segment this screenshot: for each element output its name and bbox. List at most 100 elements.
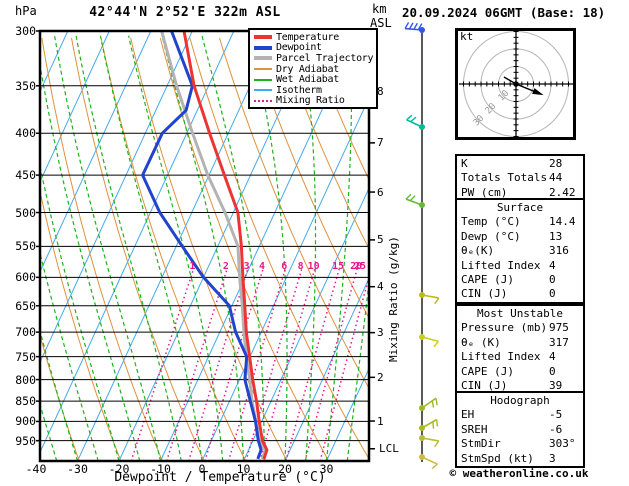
temp-tick-label: 20 — [278, 462, 292, 476]
table-row-label: CIN (J) — [461, 378, 508, 392]
legend-swatch — [254, 89, 272, 92]
km-tick-label: 1 — [377, 414, 384, 428]
mixing-ratio-label: 4 — [258, 260, 266, 272]
lcl-label: LCL — [379, 442, 399, 455]
table-row-value: 975 — [549, 321, 569, 335]
mixing-ratio-label: 6 — [281, 260, 288, 272]
table-row-label: PW (cm) — [461, 185, 508, 199]
table-row-value: 317 — [549, 335, 569, 349]
wind-barb-part — [421, 418, 438, 429]
legend-item-label: Dry Adiabat — [276, 63, 339, 75]
table-row-label: CIN (J) — [461, 287, 508, 301]
legend-item: Parcel Trajectory — [252, 53, 376, 64]
table-row-label: CAPE (J) — [461, 272, 514, 286]
table-row: SREH -6 — [461, 423, 583, 437]
legend-item-label: Parcel Trajectory — [276, 52, 374, 64]
hodograph-unit-label: kt — [460, 30, 474, 43]
table-row-label: Totals Totals — [461, 171, 548, 185]
legend-item-label: Isotherm — [276, 84, 322, 96]
table-row: Lifted Index 4 — [461, 259, 583, 273]
legend-item: Mixing Ratio — [252, 95, 376, 106]
table-row-value: 13 — [549, 229, 563, 243]
altitude-unit-label: km — [372, 2, 387, 16]
table-row-label: θₑ(K) — [461, 244, 495, 258]
surface-table: Surface Temp (°C) 14.4 Dewp (°C) 13 θₑ(K) 316 L… — [455, 198, 585, 304]
temp-tick-label: -10 — [150, 462, 171, 476]
table-title: Hodograph — [490, 394, 550, 407]
table-row: StmDir 303° — [461, 437, 583, 451]
pressure-tick-label: 700 — [15, 325, 36, 340]
mixing-ratio-label: 25 — [353, 260, 367, 272]
wind-barb-part — [431, 463, 438, 470]
most-unstable-table: Most Unstable Pressure (mb) 975 θₑ (K) 317 Li… — [455, 304, 585, 396]
wet-adiabat-line — [54, 35, 162, 461]
pressure-tick-label: 750 — [15, 349, 36, 364]
pressure-tick-label: 350 — [15, 78, 36, 93]
wind-barb-part — [406, 119, 423, 128]
wind-barb-part — [413, 22, 418, 30]
table-row-label: SREH — [461, 422, 488, 436]
wind-barb-part — [431, 400, 435, 408]
km-tick-label: 3 — [377, 326, 384, 340]
legend-swatch — [254, 35, 272, 40]
mixing-ratio-line — [204, 268, 264, 461]
table-row-label: StmDir — [461, 437, 501, 451]
pressure-tick-label: 400 — [15, 126, 36, 141]
wind-barb-part — [406, 114, 413, 121]
legend: Temperature Dewpoint Parcel Trajectory Dry … — [248, 28, 378, 110]
wind-barb-part — [404, 22, 410, 29]
table-row: Dewp (°C) 13 — [461, 230, 583, 244]
wind-barb-part — [434, 440, 440, 448]
table-row-label: Lifted Index — [461, 350, 541, 364]
pressure-tick-label: 850 — [15, 394, 36, 409]
table-row-value: 14.4 — [549, 215, 576, 229]
pressure-tick-label: 500 — [15, 205, 36, 220]
table-row: θₑ (K) 317 — [461, 336, 583, 350]
table-row-value: 28 — [549, 157, 563, 170]
copyright: © weatheronline.co.uk — [449, 467, 589, 480]
legend-swatch — [254, 45, 272, 50]
table-row-value: 4 — [549, 258, 556, 272]
table-row-value: 0 — [549, 272, 556, 286]
wind-barb-part — [421, 336, 439, 343]
table-row-value: 303° — [549, 437, 576, 451]
hodograph-table: Hodograph EH -5 SREH -6 StmDir 303° StmSpd (kt)… — [455, 391, 585, 468]
table-row: Pressure (mb) 975 — [461, 321, 583, 335]
table-row-label: EH — [461, 408, 475, 422]
indices-table: K 28 Totals Totals 44 PW (cm) 2.42 — [455, 154, 585, 203]
pressure-tick-label: 550 — [15, 239, 36, 254]
mixing-ratio-label: 1 — [189, 260, 196, 272]
temp-tick-label: 10 — [236, 462, 251, 476]
table-row-label: StmSpd (kt) — [461, 451, 534, 465]
table-row-label: Pressure (mb) — [461, 321, 548, 335]
pressure-tick-label: 800 — [15, 372, 36, 387]
table-row: Lifted Index 4 — [461, 350, 583, 364]
legend-item-label: Temperature — [276, 31, 339, 43]
temp-tick-label: -30 — [67, 462, 88, 476]
wind-barb — [404, 22, 425, 33]
temp-tick-label: -20 — [108, 462, 130, 476]
table-row-value: -6 — [549, 422, 563, 436]
table-row: K 28 — [461, 157, 583, 171]
pressure-unit-label: hPa — [15, 4, 37, 18]
wind-barb-part — [433, 340, 439, 348]
wind-barb-part — [405, 193, 412, 200]
km-tick-label: 5 — [377, 233, 384, 247]
mixing-ratio-axis-label: Mixing Ratio (g/kg) — [387, 236, 400, 362]
legend-item: Dry Adiabat — [252, 64, 376, 75]
table-row-label: K — [461, 157, 468, 170]
km-tick-label: 7 — [377, 136, 384, 150]
legend-item: Dewpoint — [252, 42, 376, 53]
mixing-ratio-label: 15 — [332, 260, 345, 272]
pressure-tick-label: 600 — [15, 270, 36, 285]
table-row-label: Temp (°C) — [461, 215, 521, 229]
mixing-ratio-line — [245, 268, 303, 461]
table-row-value: -5 — [549, 408, 563, 422]
legend-swatch — [254, 56, 272, 61]
table-row-value: 3 — [549, 451, 556, 465]
table-row: CAPE (J) 0 — [461, 365, 583, 379]
wind-barb-part — [410, 116, 417, 123]
wind-barb-part — [409, 195, 416, 202]
legend-swatch — [254, 68, 272, 71]
mixing-ratio-line — [259, 268, 316, 461]
